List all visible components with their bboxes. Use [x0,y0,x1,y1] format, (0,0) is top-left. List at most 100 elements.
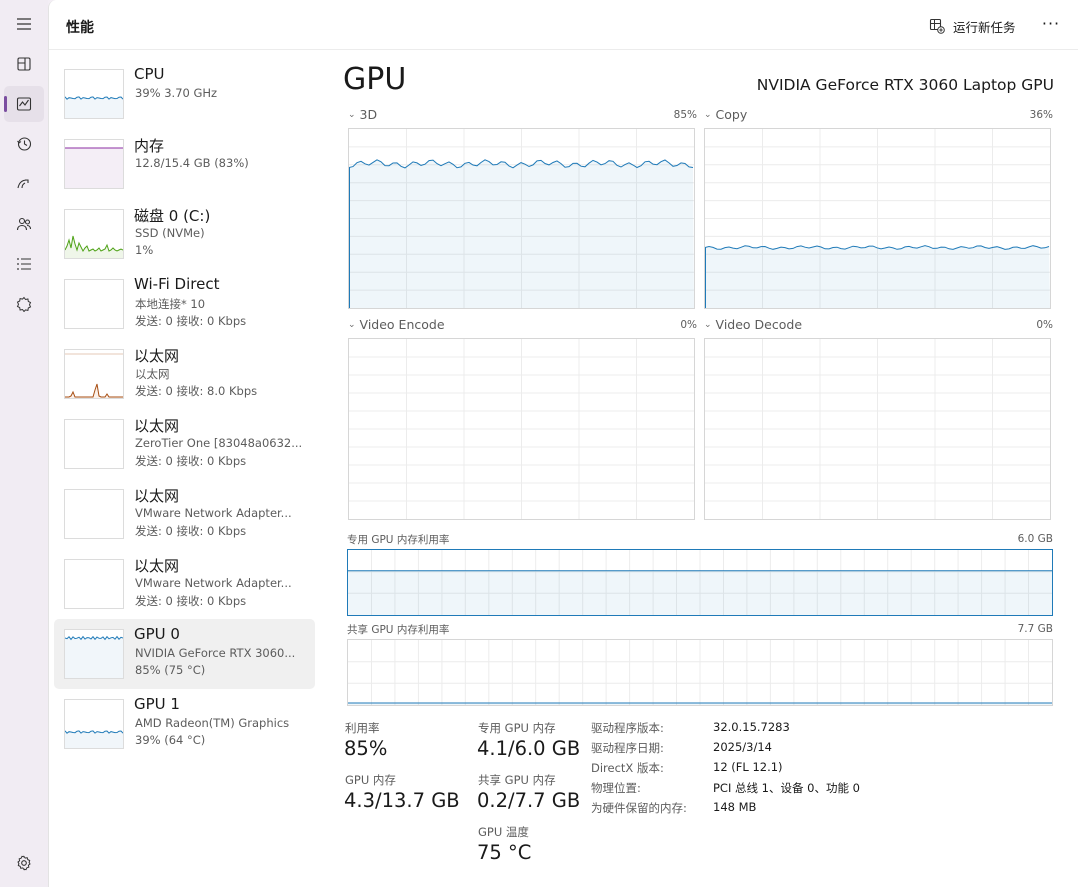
shared-memory-label: 共享 GPU 内存利用率 [347,624,450,636]
device-name: 以太网 [134,347,180,365]
gpu-memory-value: 4.3/13.7 GB [344,789,460,812]
device-item[interactable]: 以太网 VMware Network Adapter... 发送: 0 接收: 0 … [54,479,315,549]
info-value: 2025/3/14 [713,740,772,754]
engine-encode-percent: 0% [680,319,697,331]
performance-icon[interactable] [4,86,44,122]
info-label: 驱动程序版本: [591,721,664,735]
engine-decode-graph [704,338,1051,520]
device-thumbnail-graph [64,489,124,539]
engine-decode-name: Video Decode [715,317,803,332]
device-thumbnail-graph [64,419,124,469]
info-value: 148 MB [713,800,757,814]
engine-3d-graph [348,128,695,309]
device-thumbnail-graph [64,279,124,329]
dedicated-memory-stat-label: 专用 GPU 内存 [478,721,556,735]
device-item[interactable]: 磁盘 0 (C:) SSD (NVMe) 1% [54,199,315,269]
dedicated-memory-label: 专用 GPU 内存利用率 [347,534,450,546]
hamburger-menu-icon[interactable] [4,6,44,42]
device-subtitle: 39% 3.70 GHz [135,86,218,100]
run-new-task-label: 运行新任务 [953,19,1016,35]
device-item[interactable]: GPU 1 AMD Radeon(TM) Graphics 39% (64 °C) [54,689,315,759]
dedicated-memory-max: 6.0 GB [1017,533,1053,545]
chevron-down-icon: ⌄ [704,110,712,120]
engine-copy-name: Copy [715,107,748,122]
device-name: 磁盘 0 (C:) [134,207,211,225]
chevron-down-icon: ⌄ [704,320,712,330]
device-name: 以太网 [134,557,180,575]
device-detail: 发送: 0 接收: 0 Kbps [135,594,247,608]
device-subtitle: ZeroTier One [83048a0632... [135,436,303,450]
engine-copy-percent: 36% [1029,109,1053,121]
device-item[interactable]: 以太网 VMware Network Adapter... 发送: 0 接收: 0 … [54,549,315,619]
device-name: 内存 [134,137,165,155]
device-name: GPU 1 [134,695,180,713]
device-name: Wi-Fi Direct [134,275,220,293]
details-icon[interactable] [4,246,44,282]
utilization-label: 利用率 [345,721,380,735]
engine-encode-name: Video Encode [359,317,445,332]
device-detail: 发送: 0 接收: 0 Kbps [135,314,247,328]
device-detail: 39% (64 °C) [135,733,206,747]
engine-copy-label[interactable]: ⌄ Copy [704,107,747,122]
device-item[interactable]: 以太网 以太网 发送: 0 接收: 8.0 Kbps [54,339,315,409]
device-thumbnail-graph [64,139,124,189]
device-name: GPU 0 [134,625,180,643]
device-thumbnail-graph [64,69,124,119]
info-label: 驱动程序日期: [591,741,664,755]
gpu-title: GPU [343,62,407,97]
info-value: 32.0.15.7283 [713,720,790,734]
device-subtitle: VMware Network Adapter... [135,506,292,520]
device-subtitle: AMD Radeon(TM) Graphics [135,716,290,730]
device-item[interactable]: 内存 12.8/15.4 GB (83%) [54,129,315,199]
device-item[interactable]: Wi-Fi Direct 本地连接* 10 发送: 0 接收: 0 Kbps [54,269,315,339]
users-icon[interactable] [4,206,44,242]
device-detail: 发送: 0 接收: 8.0 Kbps [135,384,258,398]
device-detail: 85% (75 °C) [135,663,206,677]
info-label: 为硬件保留的内存: [591,801,687,815]
shared-memory-stat-label: 共享 GPU 内存 [478,773,556,787]
device-name: 以太网 [134,417,180,435]
dedicated-memory-stat-value: 4.1/6.0 GB [477,737,581,760]
device-name: CPU [134,65,165,83]
shared-memory-max: 7.7 GB [1017,623,1053,635]
device-item[interactable]: CPU 39% 3.70 GHz [54,59,315,129]
engine-decode-label[interactable]: ⌄ Video Decode [704,317,802,332]
processes-icon[interactable] [4,46,44,82]
device-thumbnail-graph [64,629,124,679]
device-item[interactable]: 以太网 ZeroTier One [83048a0632... 发送: 0 接收: … [54,409,315,479]
device-detail: 1% [135,243,154,257]
title-bar: 性能 运行新任务 ··· [49,0,1078,50]
run-new-task-button[interactable]: 运行新任务 [929,16,1016,36]
settings-icon[interactable] [4,845,44,881]
services-icon[interactable] [4,286,44,322]
device-name: 以太网 [134,487,180,505]
engine-encode-label[interactable]: ⌄ Video Encode [348,317,445,332]
engine-3d-name: 3D [359,107,378,122]
device-subtitle: 以太网 [135,367,170,381]
gpu-model-name: NVIDIA GeForce RTX 3060 Laptop GPU [756,76,1054,94]
chevron-down-icon: ⌄ [348,320,356,330]
gpu-temperature-value: 75 °C [477,841,532,864]
info-value: 12 (FL 12.1) [713,760,783,774]
device-thumbnail-graph [64,559,124,609]
engine-copy-graph [704,128,1051,309]
page-title: 性能 [66,20,94,36]
gpu-memory-label: GPU 内存 [345,773,396,787]
chevron-down-icon: ⌄ [348,110,356,120]
info-label: DirectX 版本: [591,761,664,775]
shared-memory-graph [347,639,1053,706]
engine-3d-percent: 85% [673,109,697,121]
main-window: 性能 运行新任务 ··· CPU 39% 3.70 GHz 内存 12.8/15.4 … [48,0,1078,887]
device-item[interactable]: GPU 0 NVIDIA GeForce RTX 3060... 85% (75 °… [54,619,315,689]
device-subtitle: SSD (NVMe) [135,226,205,240]
device-thumbnail-graph [64,349,124,399]
engine-3d-label[interactable]: ⌄ 3D [348,107,377,122]
device-subtitle: VMware Network Adapter... [135,576,292,590]
app-history-icon[interactable] [4,126,44,162]
device-subtitle: 本地连接* 10 [135,297,206,311]
engine-encode-graph [348,338,695,520]
more-options-button[interactable]: ··· [1039,16,1063,36]
active-indicator [4,96,7,112]
startup-apps-icon[interactable] [4,166,44,202]
device-thumbnail-graph [64,209,124,259]
